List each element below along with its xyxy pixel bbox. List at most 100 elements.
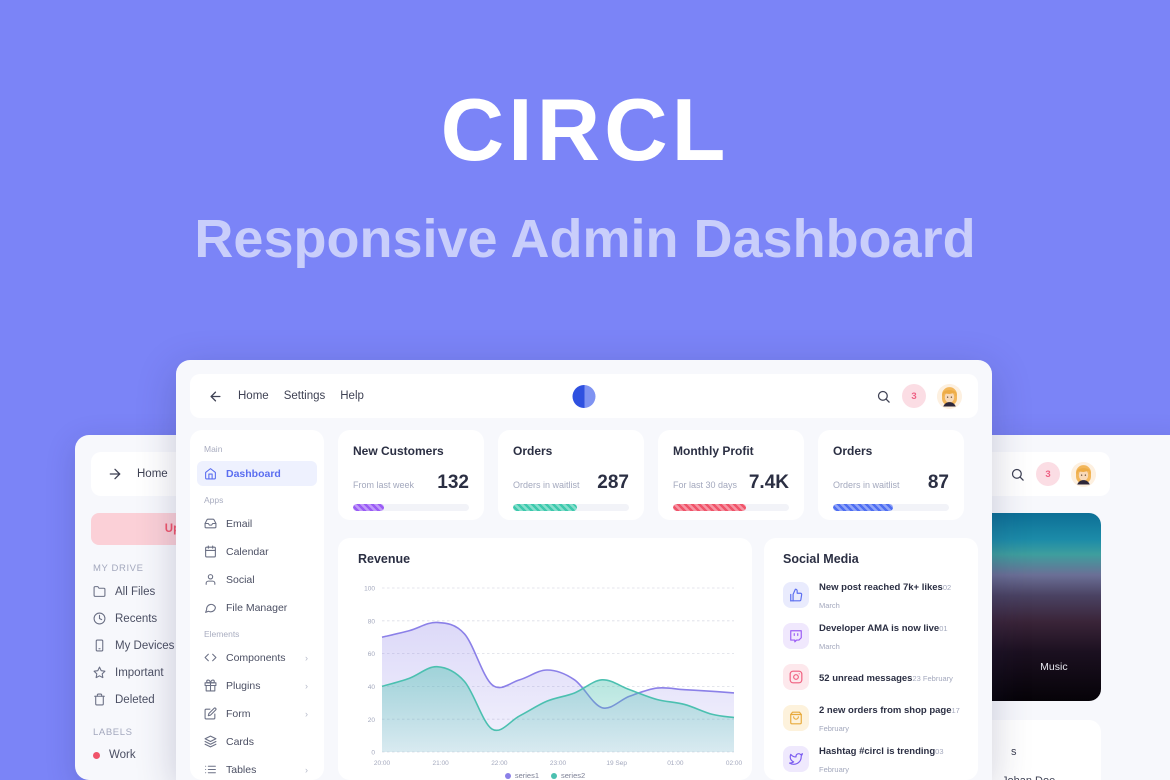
- revenue-chart[interactable]: 0 20 40 60 80 100 20:00 21:00 22:00 23:00 19 Sep 01…: [348, 578, 742, 780]
- social-item-text: 2 new orders from shop page: [819, 705, 952, 716]
- topbar-left-group: Home Settings Help: [190, 389, 364, 404]
- sidebar-item-label: Form: [226, 707, 251, 720]
- left-panel-item-recents[interactable]: Recents: [93, 612, 157, 625]
- home-icon: [205, 468, 216, 480]
- svg-text:80: 80: [368, 618, 376, 625]
- sidebar-item-form[interactable]: Form ›: [197, 701, 317, 726]
- calendar-icon: [205, 545, 216, 558]
- circl-logo[interactable]: [572, 384, 596, 408]
- chat-icon: [205, 603, 216, 613]
- hero-banner: CIRCL Responsive Admin Dashboard: [0, 0, 1170, 360]
- stat-subtitle: Orders in waitlist: [833, 480, 900, 490]
- avatar[interactable]: [937, 383, 962, 409]
- sidebar-item-cards[interactable]: Cards: [197, 729, 317, 754]
- nav-link-help[interactable]: Help: [340, 390, 364, 402]
- user-icon: [205, 574, 216, 585]
- stat-subtitle: From last week: [353, 480, 415, 490]
- stat-title: Orders: [513, 444, 553, 458]
- sidebar-item-tables[interactable]: Tables ›: [197, 757, 317, 780]
- stat-value: 87: [927, 472, 949, 493]
- logo-left-half: [572, 384, 584, 408]
- sidebar-item-label: Cards: [226, 735, 255, 748]
- left-panel-section-labels: LABELS: [93, 727, 133, 738]
- media-card-labels: eos Music: [990, 661, 1101, 673]
- sidebar-section-main: Main: [204, 444, 223, 454]
- dot-icon: [93, 751, 100, 759]
- notification-badge[interactable]: 3: [902, 384, 926, 408]
- sidebar-item-plugins[interactable]: Plugins ›: [197, 673, 317, 698]
- media-preview-card[interactable]: eos Music: [990, 513, 1101, 701]
- social-item[interactable]: Hashtag #circl is trending03 February: [783, 742, 969, 776]
- svg-text:22:00: 22:00: [491, 760, 508, 767]
- chevron-right-icon: ›: [305, 708, 308, 719]
- sidebar-item-components[interactable]: Components ›: [197, 645, 317, 670]
- chevron-right-icon: ›: [305, 680, 308, 691]
- stat-subtitle: For last 30 days: [673, 480, 738, 490]
- arrow-right-icon[interactable]: [107, 466, 123, 482]
- left-panel-item-deleted[interactable]: Deleted: [93, 693, 155, 706]
- star-icon: [93, 666, 106, 679]
- nav-link-home[interactable]: Home: [238, 390, 269, 402]
- avatar[interactable]: [1071, 461, 1096, 487]
- stat-title: Monthly Profit: [673, 444, 754, 458]
- contact-card-fragment: s: [1011, 746, 1017, 758]
- svg-text:20:00: 20:00: [374, 760, 391, 767]
- layers-icon: [204, 735, 217, 748]
- stat-title: New Customers: [353, 444, 444, 458]
- right-background-panel: 3 eos Music s Johan Doe 17min: [990, 435, 1170, 780]
- social-item[interactable]: Developer AMA is now live01 March: [783, 619, 969, 653]
- thumbs-up-icon: [783, 582, 809, 608]
- media-label-music[interactable]: Music: [1040, 661, 1067, 673]
- sidebar-item-email[interactable]: Email: [197, 511, 317, 536]
- instagram-icon: [783, 664, 809, 690]
- svg-text:01:00: 01:00: [667, 760, 684, 767]
- search-icon[interactable]: [1010, 467, 1025, 482]
- arrow-left-icon[interactable]: [208, 389, 223, 404]
- svg-text:100: 100: [364, 586, 375, 593]
- svg-text:60: 60: [368, 651, 376, 658]
- social-item[interactable]: New post reached 7k+ likes02 March: [783, 578, 969, 612]
- dashboard-sidebar: Main Dashboard Apps Email Calendar Socia…: [190, 430, 324, 780]
- social-item-text: 52 unread messages: [819, 673, 913, 684]
- left-panel-label: Work: [109, 749, 136, 761]
- gift-icon: [204, 679, 217, 692]
- trash-icon: [94, 693, 105, 706]
- notification-badge[interactable]: 3: [1036, 462, 1060, 486]
- social-item-date: 23 February: [912, 674, 953, 683]
- svg-text:23:00: 23:00: [550, 760, 567, 767]
- social-item-text: Hashtag #circl is trending: [819, 746, 936, 757]
- left-panel-link-home[interactable]: Home: [137, 468, 168, 480]
- sidebar-item-label: Calendar: [226, 545, 269, 558]
- clock-icon: [93, 612, 106, 625]
- left-panel-item-all-files[interactable]: All Files: [93, 585, 155, 598]
- svg-text:21:00: 21:00: [433, 760, 450, 767]
- social-item[interactable]: 52 unread messages23 February: [783, 660, 969, 694]
- stat-value: 287: [597, 472, 629, 493]
- stat-progress-bar: [353, 504, 469, 511]
- sidebar-item-calendar[interactable]: Calendar: [197, 539, 317, 564]
- sidebar-item-file-manager[interactable]: File Manager: [197, 595, 317, 620]
- hero-subtitle: Responsive Admin Dashboard: [194, 209, 976, 269]
- stat-progress-bar: [513, 504, 629, 511]
- social-item[interactable]: 2 new orders from shop page17 February: [783, 701, 969, 735]
- legend-item-series2[interactable]: series2: [551, 771, 585, 780]
- search-icon[interactable]: [876, 389, 891, 404]
- chevron-right-icon: ›: [305, 764, 308, 775]
- legend-item-series1[interactable]: series1: [504, 771, 539, 780]
- sidebar-item-social[interactable]: Social: [197, 567, 317, 592]
- left-panel-label: Recents: [115, 612, 158, 625]
- nav-link-settings[interactable]: Settings: [284, 390, 326, 402]
- revenue-title: Revenue: [358, 552, 411, 566]
- sidebar-item-dashboard[interactable]: Dashboard: [197, 461, 317, 486]
- left-panel-item-my-devices[interactable]: My Devices: [93, 639, 174, 652]
- left-panel-item-important[interactable]: Important: [93, 666, 164, 679]
- sidebar-section-elements: Elements: [204, 629, 240, 639]
- stat-value: 7.4K: [748, 472, 789, 493]
- dashboard-topbar: Home Settings Help 3: [190, 374, 978, 418]
- sidebar-item-label: Components: [226, 651, 286, 664]
- social-item-text: New post reached 7k+ likes: [819, 582, 943, 593]
- stat-value: 132: [437, 472, 469, 493]
- left-panel-item-work[interactable]: Work: [93, 749, 136, 761]
- revenue-chart-svg: 0 20 40 60 80 100 20:00 21:00 22:00 23:00 19 Sep 01…: [364, 586, 742, 767]
- legend-label: series2: [561, 771, 586, 780]
